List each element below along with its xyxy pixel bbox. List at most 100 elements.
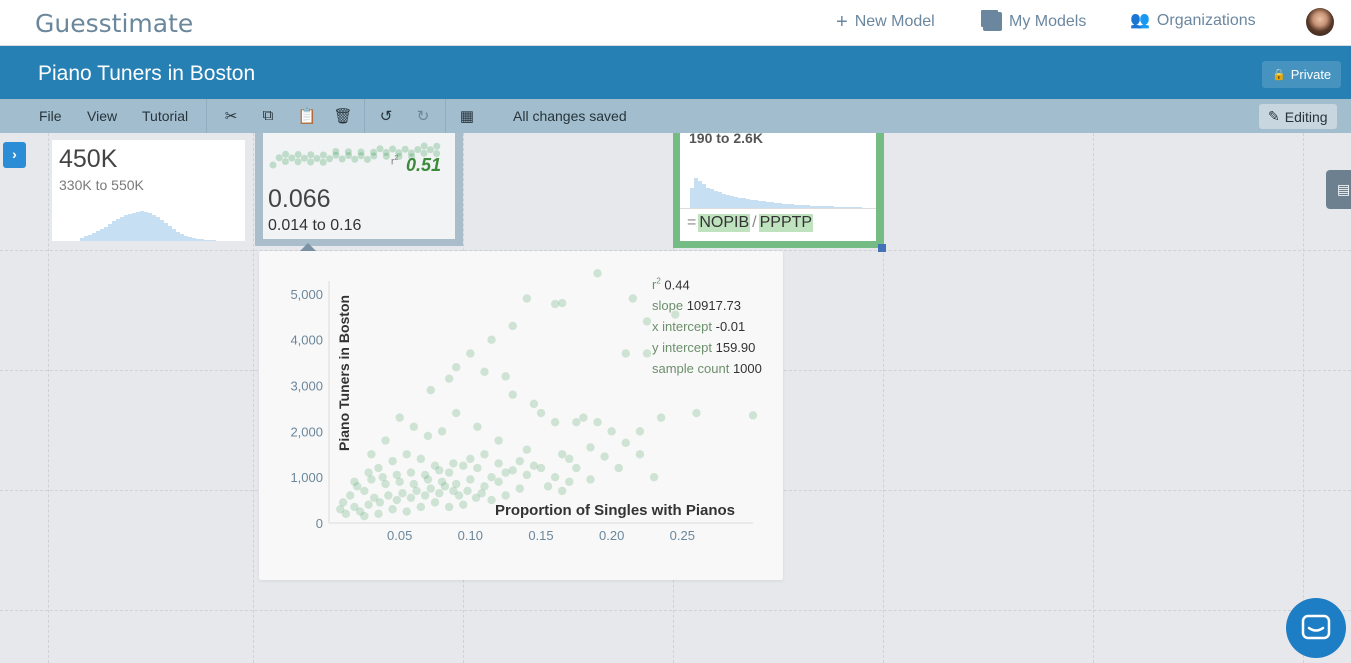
scatter-point [437, 427, 447, 436]
scatter-point [454, 491, 464, 500]
new-model-link[interactable]: + New Model [836, 12, 935, 32]
y-tick-label: 1,000 [290, 470, 323, 485]
model-title[interactable]: Piano Tuners in Boston [38, 62, 255, 86]
scatter-point [558, 450, 567, 459]
trash-icon[interactable]: 🗑 [333, 107, 353, 125]
redo-icon[interactable]: ↻ [413, 107, 433, 125]
undo-icon[interactable]: ↺ [376, 107, 396, 125]
formula-token-ppptp[interactable]: PPPTP [758, 214, 814, 232]
formula-equals: = [687, 214, 697, 231]
copy-icon [983, 12, 1002, 31]
scatter-point [466, 475, 475, 484]
scatter-point [375, 498, 385, 507]
copy-icon[interactable]: ⧉ [258, 107, 278, 124]
mini-scatter-point [420, 142, 428, 150]
cut-icon[interactable]: ✂ [221, 107, 241, 125]
scatter-point [635, 450, 645, 459]
scatter-point [628, 294, 638, 303]
scatter-point [466, 454, 475, 464]
scatter-point [536, 408, 546, 418]
menu-view[interactable]: View [87, 108, 117, 124]
metric-value: 450K [59, 145, 118, 173]
scatter-point [529, 399, 539, 409]
scatter-point [501, 468, 510, 477]
scatter-point [748, 411, 758, 420]
mini-scatter-point [288, 154, 296, 162]
menu-tutorial[interactable]: Tutorial [142, 108, 188, 124]
organizations-link[interactable]: 👥 Organizations [1130, 12, 1256, 30]
scatter-point [558, 486, 567, 496]
scatter-point [406, 493, 416, 502]
formula-token-nopib[interactable]: NOPIB [698, 214, 751, 232]
scatter-point [398, 489, 407, 498]
grid-line [0, 610, 1351, 611]
top-navbar: Guesstimate + New Model My Models 👥 Orga… [0, 0, 1351, 46]
scatter-point [412, 486, 421, 496]
scatter-point [515, 456, 524, 466]
x-axis-label: Proportion of Singles with Pianos [495, 502, 736, 519]
grid-line [48, 133, 49, 663]
resize-handle[interactable] [878, 244, 886, 252]
grid-line [253, 133, 254, 663]
scatter-point [463, 486, 472, 496]
scatter-point [364, 500, 373, 509]
chat-widget-button[interactable] [1286, 598, 1346, 658]
scatter-point [459, 500, 468, 509]
scatter-point [444, 502, 454, 512]
metric-card-proportion[interactable]: 0.066 0.014 to 0.16 [255, 133, 463, 246]
scatter-point [423, 431, 433, 441]
r2-value: 0.51 [406, 155, 442, 175]
mini-scatter-point [426, 146, 434, 154]
scatter-point [579, 413, 588, 422]
editing-button[interactable]: ✎ Editing [1259, 104, 1337, 129]
mini-scatter-point [332, 151, 340, 159]
mini-scatter-point [307, 158, 315, 166]
scatter-point [388, 456, 397, 466]
scatter-point [586, 443, 595, 452]
sidebar-toggle-button[interactable]: › [3, 142, 26, 168]
scatter-point [487, 335, 496, 344]
scatter-point [392, 495, 402, 505]
scatter-point [550, 418, 560, 427]
mini-scatter-point [269, 161, 277, 169]
scatter-point [607, 427, 616, 436]
scatter-point [572, 463, 581, 473]
map-icon[interactable]: ▤ [1326, 170, 1351, 209]
mini-scatter-point [376, 145, 384, 153]
metric-card-population[interactable]: 450K 330K to 550K [52, 140, 245, 241]
paste-icon[interactable]: 📋 [297, 107, 317, 125]
new-model-label: New Model [854, 13, 935, 30]
app-logo[interactable]: Guesstimate [35, 9, 193, 38]
my-models-label: My Models [1009, 12, 1087, 30]
mini-scatter-point [313, 155, 321, 162]
calculator-icon[interactable]: ▦ [457, 107, 477, 125]
scatter-point [360, 511, 369, 521]
scatter-point [473, 463, 482, 473]
scatter-point [402, 450, 411, 459]
stat-x-intercept: x intercept -0.01 [652, 319, 746, 335]
scatter-point [515, 484, 524, 493]
formula-operator: / [752, 214, 757, 231]
scatter-point [586, 475, 595, 484]
scatter-point [426, 385, 435, 395]
y-tick-label: 2,000 [290, 424, 323, 439]
scatter-point [593, 269, 602, 278]
scatter-point [522, 445, 532, 454]
distribution-histogram [80, 211, 216, 241]
formula-field[interactable]: = NOPIB / PPPTP [687, 214, 814, 232]
scatter-point [452, 408, 461, 418]
stat-r2: r2 0.44 [652, 277, 690, 293]
mini-scatter-point [351, 155, 359, 163]
metric-value: 0.066 [268, 185, 331, 213]
mini-scatter-point [382, 152, 390, 160]
scatter-point [374, 509, 383, 519]
user-avatar[interactable] [1306, 8, 1334, 36]
privacy-button[interactable]: 🔒 Private [1262, 61, 1342, 88]
my-models-link[interactable]: My Models [983, 12, 1086, 31]
mini-scatter-point [433, 142, 441, 150]
mini-scatter-point [282, 150, 290, 158]
scatter-point [621, 438, 630, 448]
scatter-point [656, 413, 666, 422]
scatter-point [572, 418, 581, 427]
menu-file[interactable]: File [39, 108, 62, 124]
